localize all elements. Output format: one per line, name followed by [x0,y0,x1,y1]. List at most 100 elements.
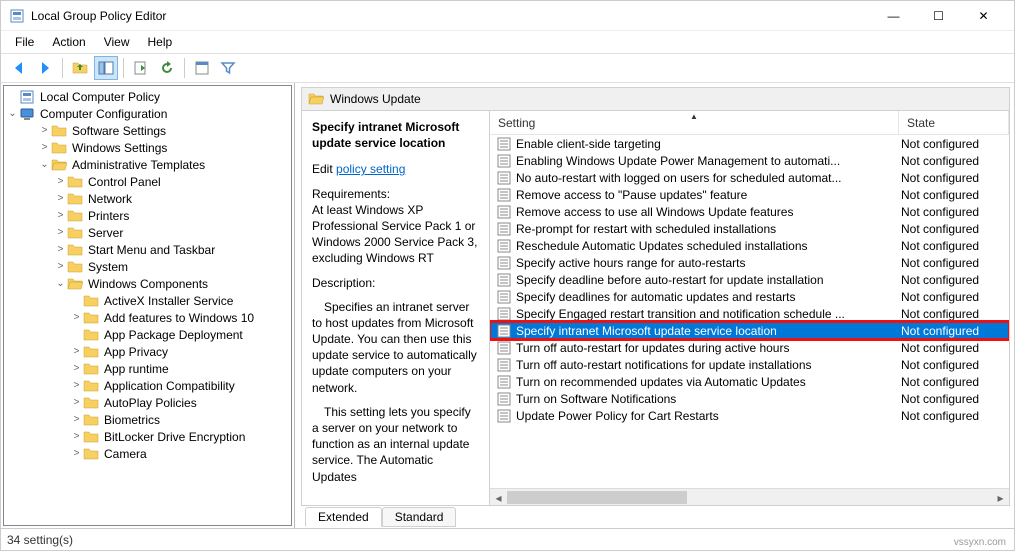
setting-row[interactable]: Re-prompt for restart with scheduled ins… [490,220,1009,237]
setting-row[interactable]: Enable client-side targetingNot configur… [490,135,1009,152]
show-tree-button[interactable] [94,56,118,80]
edit-policy-link[interactable]: policy setting [336,162,405,176]
folder-icon [83,293,99,309]
setting-row[interactable]: Specify deadline before auto-restart for… [490,271,1009,288]
setting-state: Not configured [899,324,1009,338]
tree-item[interactable]: > System [6,258,291,275]
filter-icon [220,60,236,76]
setting-state: Not configured [899,171,1009,185]
tab-standard[interactable]: Standard [382,507,457,527]
export-button[interactable] [129,56,153,80]
tree-root[interactable]: Local Computer Policy [6,88,291,105]
maximize-button[interactable]: ☐ [916,1,961,30]
expander-icon[interactable]: > [54,261,67,272]
expander-icon[interactable]: ⌄ [38,159,51,170]
setting-row[interactable]: Specify deadlines for automatic updates … [490,288,1009,305]
refresh-button[interactable] [155,56,179,80]
tree-item[interactable]: ActiveX Installer Service [6,292,291,309]
tree-item[interactable]: ⌄Windows Components [6,275,291,292]
expander-icon[interactable]: ⌄ [54,278,67,289]
export-icon [133,60,149,76]
expander-icon[interactable]: > [54,176,67,187]
setting-row[interactable]: Specify active hours range for auto-rest… [490,254,1009,271]
expander-icon[interactable]: > [38,125,51,136]
setting-row[interactable]: Enabling Windows Update Power Management… [490,152,1009,169]
forward-button[interactable] [33,56,57,80]
tree-item[interactable]: App Package Deployment [6,326,291,343]
tree-item[interactable]: >BitLocker Drive Encryption [6,428,291,445]
setting-row[interactable]: Update Power Policy for Cart RestartsNot… [490,407,1009,424]
expander-icon[interactable]: > [70,414,83,425]
expander-icon[interactable]: ⌄ [6,108,19,119]
expander-icon[interactable]: > [70,397,83,408]
tree-item[interactable]: >Windows Settings [6,139,291,156]
setting-row[interactable]: Turn off auto-restart for updates during… [490,339,1009,356]
expander-icon[interactable]: > [70,363,83,374]
tree-item[interactable]: >Camera [6,445,291,462]
folder-icon [67,208,83,224]
folder-icon [83,310,99,326]
scroll-left-icon[interactable]: ◂ [490,489,507,505]
expander-icon[interactable]: > [38,142,51,153]
expander-icon[interactable]: > [54,227,67,238]
setting-state: Not configured [899,239,1009,253]
properties-button[interactable] [190,56,214,80]
filter-button[interactable] [216,56,240,80]
tree-item[interactable]: >Printers [6,207,291,224]
tab-extended[interactable]: Extended [305,507,382,527]
column-setting[interactable]: Setting ▲ [490,111,899,134]
expander-icon[interactable]: > [70,448,83,459]
menu-view[interactable]: View [96,33,138,51]
expander-icon[interactable]: > [54,193,67,204]
expander-icon[interactable]: > [70,431,83,442]
tree-item[interactable]: >Start Menu and Taskbar [6,241,291,258]
description-pane: Specify intranet Microsoft update servic… [302,111,490,505]
up-button[interactable] [68,56,92,80]
tree-label: System [86,260,130,274]
setting-row[interactable]: No auto-restart with logged on users for… [490,169,1009,186]
setting-state: Not configured [899,409,1009,423]
list-body[interactable]: Enable client-side targetingNot configur… [490,135,1009,488]
setting-row[interactable]: Specify intranet Microsoft update servic… [490,322,1009,339]
menu-action[interactable]: Action [44,33,93,51]
minimize-button[interactable]: — [871,1,916,30]
menu-file[interactable]: File [7,33,42,51]
setting-row[interactable]: Remove access to "Pause updates" feature… [490,186,1009,203]
tree-item[interactable]: >Application Compatibility [6,377,291,394]
tree-item[interactable]: >Server [6,224,291,241]
tree-item[interactable]: >AutoPlay Policies [6,394,291,411]
close-button[interactable]: ✕ [961,1,1006,30]
tree-item[interactable]: >Network [6,190,291,207]
tree-item[interactable]: >Biometrics [6,411,291,428]
setting-name: Remove access to "Pause updates" feature [516,188,899,202]
tree-scroll[interactable]: Local Computer Policy⌄Computer Configura… [3,85,292,526]
horizontal-scrollbar[interactable]: ◂ ▸ [490,488,1009,505]
setting-name: Update Power Policy for Cart Restarts [516,409,899,423]
setting-row[interactable]: Remove access to use all Windows Update … [490,203,1009,220]
setting-row[interactable]: Turn on Software NotificationsNot config… [490,390,1009,407]
back-button[interactable] [7,56,31,80]
setting-row[interactable]: Turn on recommended updates via Automati… [490,373,1009,390]
setting-row[interactable]: Turn off auto-restart notifications for … [490,356,1009,373]
tree-item[interactable]: ⌄Administrative Templates [6,156,291,173]
setting-name: Reschedule Automatic Updates scheduled i… [516,239,899,253]
expander-icon[interactable]: > [70,380,83,391]
setting-icon [496,408,512,424]
expander-icon[interactable]: > [54,210,67,221]
scroll-right-icon[interactable]: ▸ [992,489,1009,505]
column-state[interactable]: State [899,111,1009,134]
menu-help[interactable]: Help [140,33,181,51]
tree-item[interactable]: >Add features to Windows 10 [6,309,291,326]
tree-item[interactable]: >App Privacy [6,343,291,360]
tree-computer-configuration[interactable]: ⌄Computer Configuration [6,105,291,122]
setting-row[interactable]: Reschedule Automatic Updates scheduled i… [490,237,1009,254]
tree-item[interactable]: >App runtime [6,360,291,377]
tree-item[interactable]: >Control Panel [6,173,291,190]
setting-row[interactable]: Specify Engaged restart transition and n… [490,305,1009,322]
expander-icon[interactable]: > [70,312,83,323]
tree-item[interactable]: >Software Settings [6,122,291,139]
scroll-thumb[interactable] [507,491,687,504]
expander-icon[interactable]: > [70,346,83,357]
folder-icon [67,259,83,275]
expander-icon[interactable]: > [54,244,67,255]
